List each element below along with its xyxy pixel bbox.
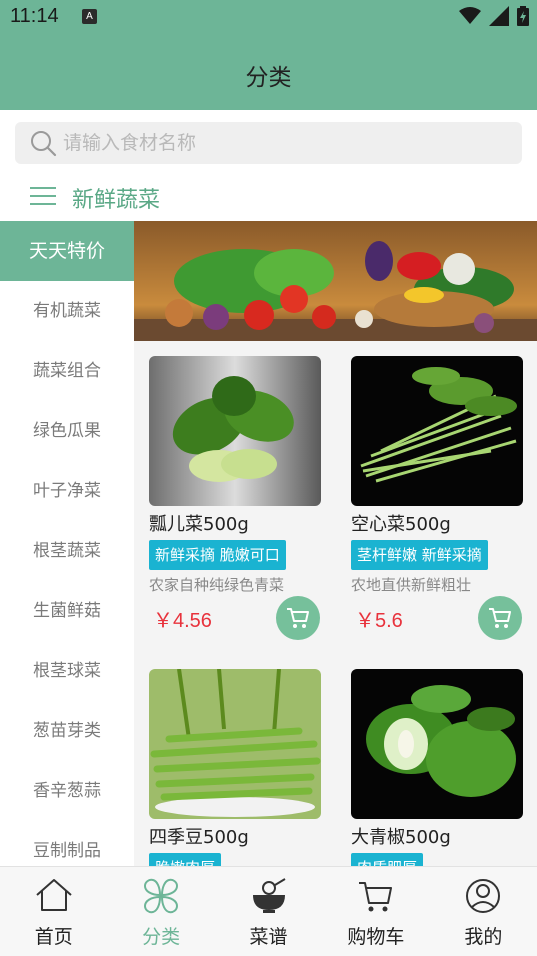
status-time: 11:14 bbox=[10, 5, 59, 27]
recipe-icon bbox=[252, 878, 286, 913]
tab-recipes[interactable]: 菜谱 bbox=[215, 867, 322, 956]
sidebar-item-mushroom[interactable]: 生菌鲜菇 bbox=[0, 581, 134, 641]
status-icons bbox=[459, 6, 529, 26]
product-image-green-pepper bbox=[351, 669, 523, 819]
product-area: 瓢儿菜500g 新鲜采摘 脆嫩可口 农家自种纯绿色青菜 ￥4.56 空心菜500… bbox=[134, 221, 537, 866]
product-price: ￥5.6 bbox=[355, 610, 403, 632]
sidebar-item-spices[interactable]: 香辛葱蒜 bbox=[0, 761, 134, 821]
cart-icon bbox=[489, 608, 511, 628]
home-icon bbox=[36, 879, 72, 911]
app-bar: 分类 bbox=[0, 36, 537, 110]
product-card[interactable]: 四季豆500g 脆嫩肉厚 bbox=[149, 669, 321, 866]
bottom-tab-bar: 首页 分类 菜谱 购物车 我的 bbox=[0, 866, 537, 956]
sidebar-item-leafy[interactable]: 叶子净菜 bbox=[0, 461, 134, 521]
category-sidebar: 天天特价 有机蔬菜 蔬菜组合 绿色瓜果 叶子净菜 根茎蔬菜 生菌鲜菇 根茎球菜 … bbox=[0, 221, 134, 866]
sidebar-item-daily-deals[interactable]: 天天特价 bbox=[0, 221, 134, 281]
tab-home[interactable]: 首页 bbox=[0, 867, 107, 956]
status-bar: 11:14 A bbox=[0, 0, 537, 36]
product-image-water-spinach bbox=[351, 356, 523, 506]
category-title: 新鲜蔬菜 bbox=[72, 188, 161, 213]
page-title: 分类 bbox=[245, 65, 292, 91]
tab-cart[interactable]: 购物车 bbox=[322, 867, 429, 956]
tab-label: 购物车 bbox=[347, 926, 405, 948]
sidebar-item-melons[interactable]: 绿色瓜果 bbox=[0, 401, 134, 461]
search-input[interactable] bbox=[63, 122, 503, 164]
product-tag: 新鲜采摘 脆嫩可口 bbox=[149, 540, 286, 570]
category-header: 新鲜蔬菜 bbox=[0, 172, 537, 220]
menu-icon[interactable] bbox=[30, 186, 56, 206]
product-name: 空心菜500g bbox=[351, 514, 451, 535]
product-tag: 茎杆鲜嫩 新鲜采摘 bbox=[351, 540, 488, 570]
tab-label: 我的 bbox=[464, 926, 503, 948]
product-name: 大青椒500g bbox=[351, 827, 451, 848]
sidebar-item-sprouts[interactable]: 葱苗芽类 bbox=[0, 701, 134, 761]
category-icon bbox=[144, 878, 179, 914]
product-price: ￥4.56 bbox=[153, 610, 212, 632]
product-description: 农地直供新鲜粗壮 bbox=[351, 576, 472, 594]
search-bar[interactable] bbox=[15, 122, 522, 164]
signal-icon bbox=[489, 6, 509, 26]
add-to-cart-button[interactable] bbox=[276, 596, 320, 640]
product-card[interactable]: 空心菜500g 茎杆鲜嫩 新鲜采摘 农地直供新鲜粗壮 ￥5.6 bbox=[351, 356, 523, 646]
sidebar-item-tofu[interactable]: 豆制制品 bbox=[0, 821, 134, 866]
notification-badge: A bbox=[82, 9, 97, 24]
tab-label: 分类 bbox=[142, 926, 181, 948]
profile-icon bbox=[466, 879, 501, 913]
tab-label: 首页 bbox=[34, 926, 73, 948]
sidebar-item-root[interactable]: 根茎蔬菜 bbox=[0, 521, 134, 581]
add-to-cart-button[interactable] bbox=[478, 596, 522, 640]
sidebar-item-organic[interactable]: 有机蔬菜 bbox=[0, 281, 134, 341]
sidebar-item-combo[interactable]: 蔬菜组合 bbox=[0, 341, 134, 401]
product-card[interactable]: 大青椒500g 肉质肥厚 bbox=[351, 669, 523, 866]
vegetable-banner-image bbox=[134, 221, 537, 341]
product-description: 农家自种纯绿色青菜 bbox=[149, 576, 285, 594]
cart-icon bbox=[287, 608, 309, 628]
product-tag: 脆嫩肉厚 bbox=[149, 853, 222, 866]
wifi-icon bbox=[459, 7, 481, 24]
tab-profile[interactable]: 我的 bbox=[430, 867, 537, 956]
product-image-green-beans bbox=[149, 669, 321, 819]
product-name: 四季豆500g bbox=[149, 827, 249, 848]
search-icon bbox=[31, 131, 57, 157]
tab-label: 菜谱 bbox=[249, 926, 288, 948]
cart-icon bbox=[358, 882, 392, 912]
tab-category[interactable]: 分类 bbox=[107, 867, 214, 956]
product-image-bok-choy bbox=[149, 356, 321, 506]
sidebar-item-bulb[interactable]: 根茎球菜 bbox=[0, 641, 134, 701]
product-card[interactable]: 瓢儿菜500g 新鲜采摘 脆嫩可口 农家自种纯绿色青菜 ￥4.56 bbox=[149, 356, 321, 646]
product-name: 瓢儿菜500g bbox=[149, 514, 249, 535]
battery-icon bbox=[517, 6, 529, 26]
product-tag: 肉质肥厚 bbox=[351, 853, 424, 866]
